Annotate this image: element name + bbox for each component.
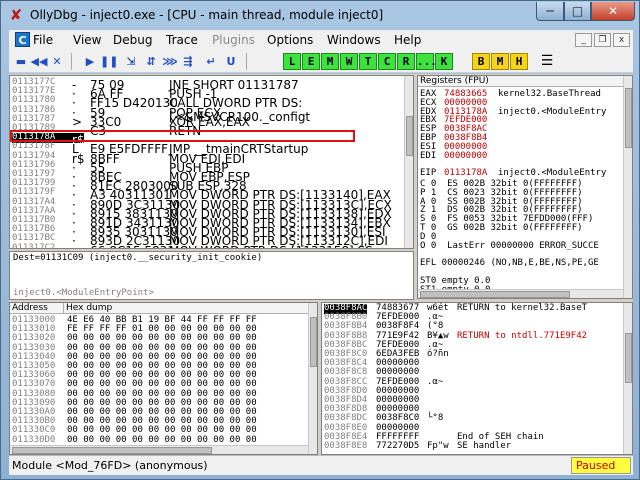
hex-dump-pane[interactable]: Address Hex dump 01133000 4E E6 40 BB B1 … [9,302,318,455]
goto-icon[interactable]: U [222,53,240,70]
window-button-5[interactable]: C [378,53,396,70]
window-button-0[interactable]: L [283,53,301,70]
disassembly-scrollbar[interactable] [404,76,413,248]
window-button-y2[interactable]: H [510,53,528,70]
run-icon[interactable]: ▶ [81,53,99,70]
dump-address: 011330D0 [12,434,56,445]
disasm-mark: · [72,244,76,248]
mdi-minimize-button[interactable]: _ [575,33,592,47]
window-button-7[interactable]: ... [416,53,437,70]
stack-ascii: ó?ñn [427,349,449,359]
menu-bar: C File View Debug Trace Plugins Options Window… [9,30,633,50]
register-name: EIP [420,168,437,179]
dump-scrollbar[interactable] [308,303,317,454]
paused-badge: Paused [571,457,631,474]
bug-icon: ✘ [9,6,23,24]
stack-ascii: .α~ [427,376,444,387]
register-value: 0113178A [444,168,488,179]
restart-icon[interactable]: ◀◀ [30,53,48,70]
toolbar-separator [246,53,247,70]
mdi-close-button[interactable]: x [613,33,630,47]
stack-scrollbar[interactable] [623,303,632,454]
close-button[interactable]: ✕ [591,2,635,21]
stack-pane[interactable]: 0038F8AC 74883677 w6ét RETURN to kernel32.B… [321,302,633,455]
stack-comment: RETURN to ntdll.771E9F42 [457,330,588,341]
disasm-rest: · 66:8C15 5831MOV WORD PTR DS:[1133158],S… [12,244,402,248]
cpu-window-icon[interactable]: C [15,32,30,47]
window-button-3[interactable]: W [340,53,358,70]
menu-file[interactable]: File [33,33,53,47]
menu-plugins[interactable]: Plugins [212,33,255,47]
execute-till-return-icon[interactable]: ↵ [202,53,220,70]
window-title: OllyDbg - inject0.exe - [CPU - main thre… [30,8,384,22]
dump-header-hex[interactable]: Hex dump [64,303,310,314]
menu-trace[interactable]: Trace [166,33,198,47]
stack-row[interactable]: 0038F8E8 772270D5 Fp"w SE handler [324,441,624,452]
status-bar: Module <Mod_76FD> (anonymous) Paused [9,455,633,475]
menu-debug[interactable]: Debug [113,33,152,47]
stack-ascii: └°8 [427,413,444,424]
registers-pane[interactable]: Registers (FPU) EAX 74883665 kernel32.Base… [417,75,633,299]
dump-header-address[interactable]: Address [10,303,64,314]
registers-header: Registers (FPU) [418,76,625,87]
window-button-6[interactable]: R [397,53,415,70]
highlight-box [10,130,355,142]
stack-comment: SE handler [457,441,512,451]
menu-options[interactable]: Options [267,33,313,47]
disasm-asm: MOV WORD PTR DS:[1133158],SS [169,244,373,248]
cpu-window: 0113177C -75 09 JNE SHORT 01131787 0113177E… [9,74,633,455]
registers-hscrollbar[interactable] [418,289,623,298]
window-button-8[interactable]: K [435,53,453,70]
register-comment: inject0.<ModuleEntry [498,168,607,179]
stack-address: 0038F8E8 [324,441,368,451]
registers-scrollbar[interactable] [623,76,632,298]
step-over-icon[interactable]: ⇵ [142,53,160,70]
window-button-2[interactable]: M [321,53,339,70]
open-icon[interactable]: ▬ [12,53,30,70]
info-pane: Dest=01131C09 (inject0.__security_init_c… [9,251,414,300]
window-button-4[interactable]: T [359,53,377,70]
pause-icon[interactable]: ❚❚ [100,53,118,70]
window-button-1[interactable]: E [302,53,320,70]
dump-hex: 00 00 00 00 00 00 00 00 00 00 00 00 [67,434,257,445]
info-footer: inject0.<ModuleEntryPoint> [13,288,154,298]
status-text: Module <Mod_76FD> (anonymous) [12,459,208,472]
menu-help[interactable]: Help [394,33,421,47]
menu-windows[interactable]: Windows [327,33,381,47]
toolbar: ▬ ◀◀ ✕ ▶ ❚❚ ⇲ ⇵ ⋙ ⇶ ↵ U L E M W T C R... K B M H ☰ [9,50,633,73]
register-row[interactable]: EIP 0113178A inject0.<ModuleEntry [420,169,625,179]
window-button-y0[interactable]: B [472,53,490,70]
ollydbg-window: ✘ OllyDbg - inject0.exe - [CPU - main th… [0,0,640,480]
flag-row[interactable]: O 0 LastErr 00000000 ERROR_SUCCE [420,241,599,252]
stack-ascii: Fp"w [427,441,449,451]
disasm-hex: 66:8C15 5831 [90,244,175,248]
title-bar[interactable]: ✘ OllyDbg - inject0.exe - [CPU - main th… [1,1,639,29]
step-into-icon[interactable]: ⇲ [122,53,140,70]
close-icon[interactable]: ✕ [48,53,66,70]
trace-over-icon[interactable]: ⇶ [179,53,197,70]
minimize-button[interactable]: ─ [536,2,564,21]
toolbar-separator [71,53,72,70]
dump-hscrollbar[interactable] [10,445,308,454]
flag-row[interactable]: EFL 00000246 (NO,NB,E,BE,NS,PE,GE [420,258,599,269]
disassembly-pane[interactable]: 0113177C -75 09 JNE SHORT 01131787 0113177E… [9,75,414,249]
dest-info: Dest=01131C09 (inject0.__security_init_c… [13,253,263,263]
stack-comment: RETURN to kernel32.BaseT [457,303,588,313]
maximize-button[interactable]: □ [564,2,591,21]
window-button-y1[interactable]: M [491,53,509,70]
mdi-restore-button[interactable]: ❐ [594,33,611,47]
menu-view[interactable]: View [73,33,101,47]
list-icon[interactable]: ☰ [538,53,556,70]
flag-row[interactable]: T 0 GS 002B 32bit 0(FFFFFFFF) [420,223,583,234]
trace-into-icon[interactable]: ⋙ [161,53,179,70]
stack-value: 772270D5 [376,441,420,451]
